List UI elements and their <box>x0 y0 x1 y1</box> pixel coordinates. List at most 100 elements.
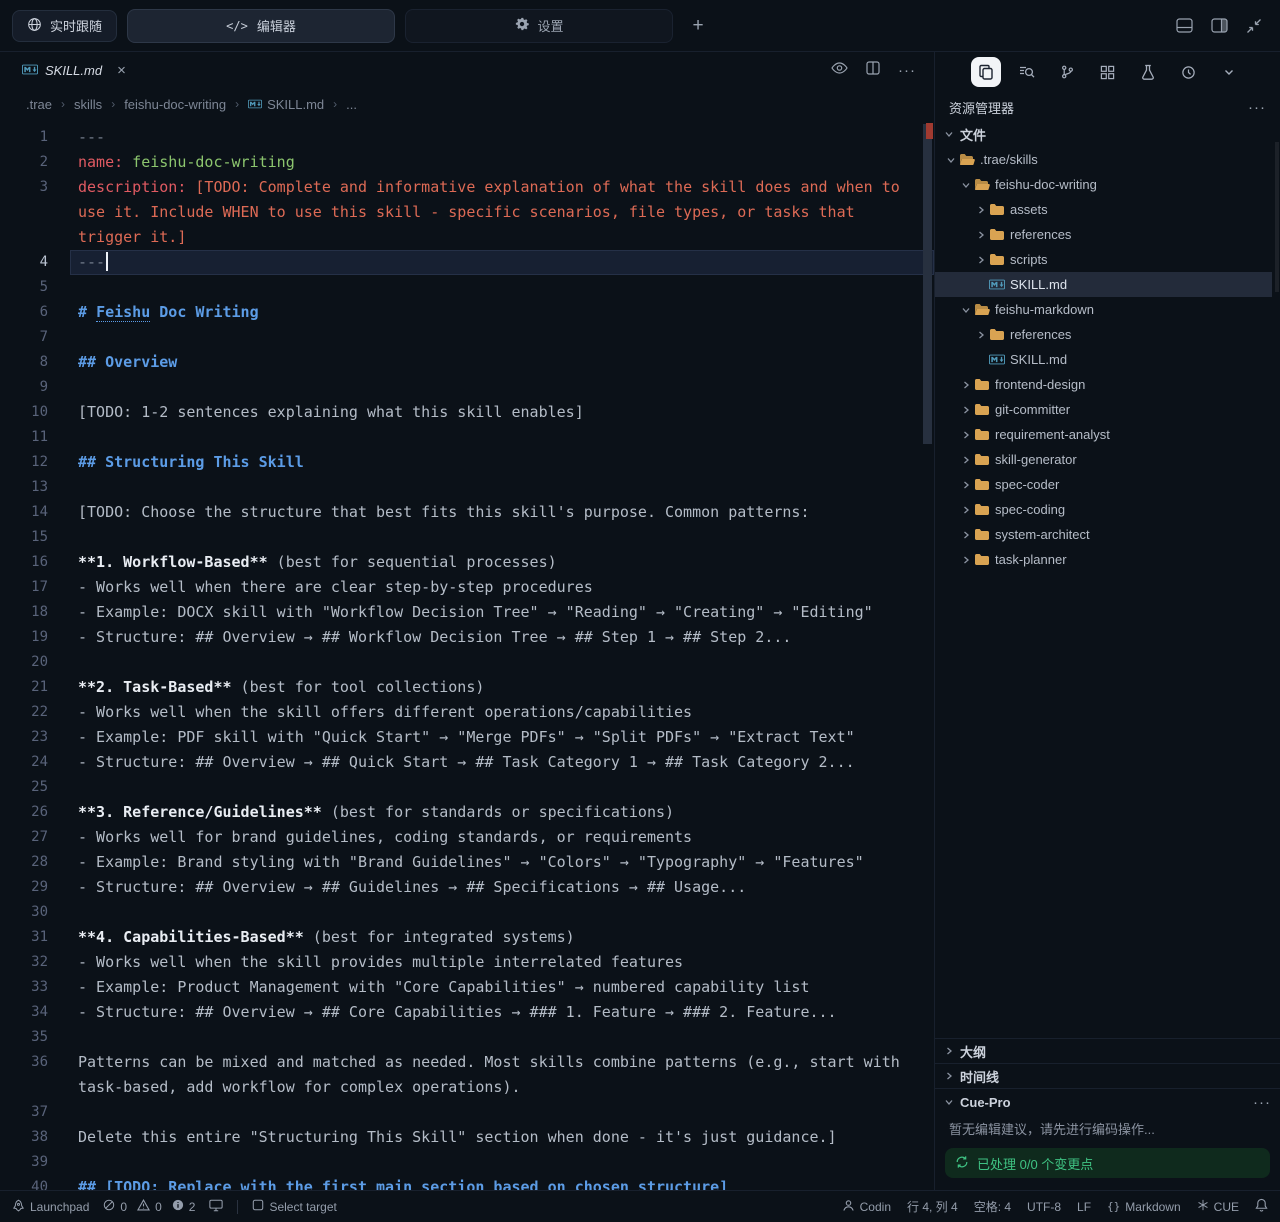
code-line[interactable]: 4--- <box>0 250 934 275</box>
code-line[interactable]: 28- Example: Brand styling with "Brand G… <box>0 850 934 875</box>
code-line[interactable]: trigger it.] <box>0 225 934 250</box>
source-control-icon[interactable] <box>1052 57 1082 87</box>
code-line[interactable]: 19- Structure: ## Overview → ## Workflow… <box>0 625 934 650</box>
code-area[interactable]: 1---2name: feishu-doc-writing3descriptio… <box>0 120 934 1190</box>
code-line[interactable]: 3description: [TODO: Complete and inform… <box>0 175 934 200</box>
code-line[interactable]: 23- Example: PDF skill with "Quick Start… <box>0 725 934 750</box>
code-line[interactable]: use it. Include WHEN to use this skill -… <box>0 200 934 225</box>
section-outline[interactable]: 大纲 <box>935 1038 1280 1063</box>
tree-item-scripts[interactable]: scripts <box>935 247 1272 272</box>
code-line[interactable]: 10[TODO: 1-2 sentences explaining what t… <box>0 400 934 425</box>
sidebar-scrollbar[interactable] <box>1275 142 1279 292</box>
breadcrumb-item[interactable]: ... <box>346 97 357 112</box>
code-line[interactable]: 5 <box>0 275 934 300</box>
tree-item-skill-generator[interactable]: skill-generator <box>935 447 1272 472</box>
code-line[interactable]: 37 <box>0 1100 934 1125</box>
extensions-icon[interactable] <box>1093 57 1123 87</box>
tree-item-skill-md[interactable]: SKILL.md <box>935 347 1272 372</box>
tab-editor[interactable]: </> 编辑器 <box>127 9 395 43</box>
clock-icon[interactable] <box>1173 57 1203 87</box>
code-line[interactable]: 40## [TODO: Replace with the first main … <box>0 1175 934 1190</box>
breadcrumb-item[interactable]: skills <box>74 97 102 112</box>
code-line[interactable]: 36Patterns can be mixed and matched as n… <box>0 1050 934 1075</box>
breadcrumb-item[interactable]: .trae <box>26 97 52 112</box>
code-line[interactable]: 39 <box>0 1150 934 1175</box>
tree-item-requirement-analyst[interactable]: requirement-analyst <box>935 422 1272 447</box>
indentation-button[interactable]: 空格: 4 <box>974 1198 1011 1215</box>
tree-item-references[interactable]: references <box>935 222 1272 247</box>
tree-item-frontend-design[interactable]: frontend-design <box>935 372 1272 397</box>
breadcrumb[interactable]: .trae › skills › feishu-doc-writing › SK… <box>0 88 934 120</box>
preview-eye-icon[interactable] <box>831 61 848 79</box>
code-line[interactable]: 8## Overview <box>0 350 934 375</box>
code-line[interactable]: 9 <box>0 375 934 400</box>
code-line[interactable]: 6# Feishu Doc Writing <box>0 300 934 325</box>
toggle-panel-icon[interactable] <box>1176 18 1193 33</box>
code-line[interactable]: 34- Structure: ## Overview → ## Core Cap… <box>0 1000 934 1025</box>
encoding-button[interactable]: UTF-8 <box>1027 1200 1061 1214</box>
tree-item-feishu-doc-writing[interactable]: feishu-doc-writing <box>935 172 1272 197</box>
code-line[interactable]: 24- Structure: ## Overview → ## Quick St… <box>0 750 934 775</box>
cue-more-icon[interactable]: ··· <box>1253 1094 1271 1111</box>
code-line[interactable]: task-based, add workflow for complex ope… <box>0 1075 934 1100</box>
tab-settings[interactable]: 设置 <box>405 9 673 43</box>
code-line[interactable]: 7 <box>0 325 934 350</box>
select-target-button[interactable]: Select target <box>252 1199 336 1214</box>
code-line[interactable]: 11 <box>0 425 934 450</box>
tree-item-assets[interactable]: assets <box>935 197 1272 222</box>
code-line[interactable]: 16**1. Workflow-Based** (best for sequen… <box>0 550 934 575</box>
code-line[interactable]: 26**3. Reference/Guidelines** (best for … <box>0 800 934 825</box>
code-line[interactable]: 13 <box>0 475 934 500</box>
breadcrumb-item-file[interactable]: SKILL.md <box>248 97 324 112</box>
search-icon[interactable] <box>1012 57 1042 87</box>
new-tab-button[interactable]: + <box>683 11 713 41</box>
cursor-position-button[interactable]: 行 4, 列 4 <box>907 1198 958 1215</box>
codin-button[interactable]: Codin <box>842 1199 891 1215</box>
breadcrumb-item[interactable]: feishu-doc-writing <box>124 97 226 112</box>
code-line[interactable]: 32- Works well when the skill provides m… <box>0 950 934 975</box>
live-follow-button[interactable]: 实时跟随 <box>12 10 117 42</box>
toggle-secondary-sidebar-icon[interactable] <box>1211 18 1228 33</box>
section-timeline[interactable]: 时间线 <box>935 1063 1280 1088</box>
scrollbar[interactable] <box>923 124 932 444</box>
code-line[interactable]: 35 <box>0 1025 934 1050</box>
tree-item-feishu-markdown[interactable]: feishu-markdown <box>935 297 1272 322</box>
code-line[interactable]: 17- Works well when there are clear step… <box>0 575 934 600</box>
tree-item-system-architect[interactable]: system-architect <box>935 522 1272 547</box>
chevron-down-icon[interactable] <box>1214 57 1244 87</box>
notifications-button[interactable] <box>1255 1198 1268 1215</box>
eol-button[interactable]: LF <box>1077 1200 1091 1214</box>
code-line[interactable]: 29- Structure: ## Overview → ## Guidelin… <box>0 875 934 900</box>
tree-item-skill-md[interactable]: SKILL.md <box>935 272 1272 297</box>
editor-tab-skill-md[interactable]: SKILL.md × <box>16 52 132 88</box>
code-line[interactable]: 20 <box>0 650 934 675</box>
problems-button[interactable]: 0 0 2 <box>103 1199 195 1214</box>
tree-item-git-committer[interactable]: git-committer <box>935 397 1272 422</box>
code-line[interactable]: 15 <box>0 525 934 550</box>
split-editor-icon[interactable] <box>866 61 880 80</box>
more-actions-icon[interactable]: ··· <box>898 62 916 79</box>
explorer-more-icon[interactable]: ··· <box>1248 99 1266 116</box>
launchpad-button[interactable]: Launchpad <box>12 1199 89 1215</box>
cue-status-button[interactable]: CUE <box>1197 1199 1239 1214</box>
tree-item--trae-skills[interactable]: .trae/skills <box>935 147 1272 172</box>
tree-item-spec-coder[interactable]: spec-coder <box>935 472 1272 497</box>
collapse-window-icon[interactable] <box>1246 18 1262 34</box>
code-line[interactable]: 22- Works well when the skill offers dif… <box>0 700 934 725</box>
display-button[interactable] <box>209 1199 223 1215</box>
code-line[interactable]: 14[TODO: Choose the structure that best … <box>0 500 934 525</box>
code-line[interactable]: 21**2. Task-Based** (best for tool colle… <box>0 675 934 700</box>
code-line[interactable]: 12## Structuring This Skill <box>0 450 934 475</box>
code-line[interactable]: 1--- <box>0 125 934 150</box>
section-cue-pro[interactable]: Cue-Pro ··· <box>935 1088 1280 1116</box>
tree-item-references[interactable]: references <box>935 322 1272 347</box>
code-line[interactable]: 30 <box>0 900 934 925</box>
close-icon[interactable]: × <box>117 62 126 79</box>
code-line[interactable]: 18- Example: DOCX skill with "Workflow D… <box>0 600 934 625</box>
section-files[interactable]: 文件 <box>935 122 1280 147</box>
code-line[interactable]: 27- Works well for brand guidelines, cod… <box>0 825 934 850</box>
files-explorer-button[interactable] <box>971 57 1001 87</box>
code-line[interactable]: 25 <box>0 775 934 800</box>
code-line[interactable]: 33- Example: Product Management with "Co… <box>0 975 934 1000</box>
tree-item-spec-coding[interactable]: spec-coding <box>935 497 1272 522</box>
